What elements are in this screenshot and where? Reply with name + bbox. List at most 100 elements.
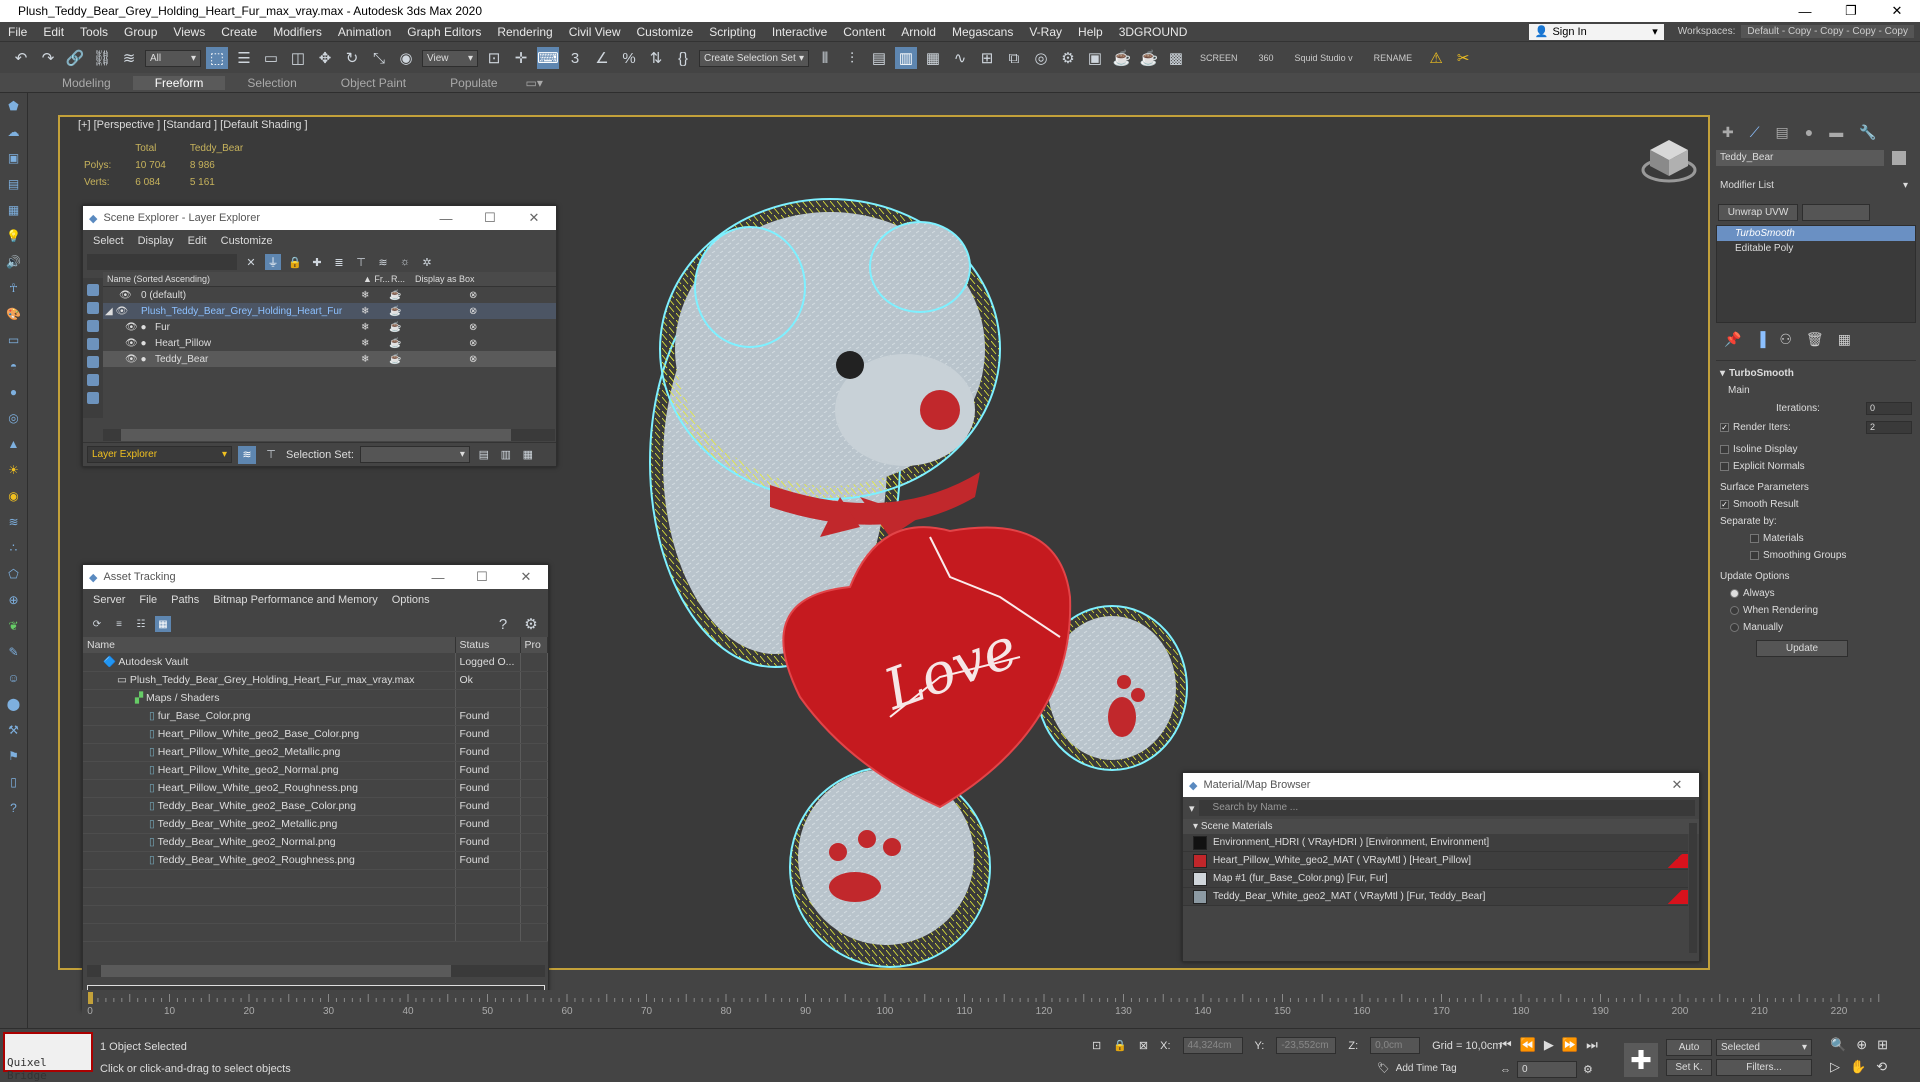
window-crossing-icon[interactable]: ◫: [287, 47, 309, 69]
menu-create[interactable]: Create: [213, 25, 265, 39]
keyboard-shortcut-override-icon[interactable]: ⌨: [537, 47, 559, 69]
material-editor-icon[interactable]: ◎: [1030, 47, 1052, 69]
tab-freeform[interactable]: Freeform: [132, 75, 226, 90]
360-button[interactable]: 360: [1251, 53, 1282, 63]
ribbon-options-icon[interactable]: ▭▾: [520, 76, 549, 90]
maximize-icon[interactable]: ☐: [460, 569, 504, 585]
options-chevron-icon[interactable]: ▾: [1183, 802, 1195, 815]
iterations-spinner[interactable]: 0: [1866, 402, 1912, 415]
tab-selection[interactable]: Selection: [225, 76, 318, 90]
layer-row[interactable]: 👁 0 (default) ❄ ☕ ⊗: [103, 287, 556, 303]
at-horizontal-scrollbar[interactable]: [87, 965, 545, 977]
mmb-scrollbar[interactable]: [1689, 823, 1697, 953]
refresh-icon[interactable]: ⟳: [89, 616, 105, 632]
biped-icon[interactable]: ☥: [5, 279, 23, 297]
lock-selection-icon[interactable]: 🔒: [1113, 1039, 1127, 1052]
menu-modifiers[interactable]: Modifiers: [265, 25, 330, 39]
close-icon[interactable]: ✕: [504, 569, 548, 585]
object-row[interactable]: 👁 ● Fur ❄ ☕ ⊗: [103, 319, 556, 335]
col-display-box[interactable]: Display as Box: [415, 274, 475, 284]
smoothing-groups-checkbox[interactable]: [1750, 551, 1759, 560]
leaf-icon[interactable]: ❦: [5, 617, 23, 635]
material-row[interactable]: Environment_HDRI ( VRayHDRI ) [Environme…: [1183, 834, 1688, 852]
at-menu-paths[interactable]: Paths: [171, 594, 199, 606]
bind-spacewarp-icon[interactable]: ≋: [118, 47, 140, 69]
stack-item-turbosmooth[interactable]: TurboSmooth: [1717, 226, 1915, 241]
render-iters-spinner[interactable]: 2: [1866, 421, 1912, 434]
table-row[interactable]: ▯ Heart_Pillow_White_geo2_Base_Color.png…: [83, 725, 548, 744]
doc-icon[interactable]: ▯: [5, 773, 23, 791]
absolute-mode-icon[interactable]: ⊠: [1139, 1039, 1148, 1052]
display-geometry-icon[interactable]: [87, 302, 99, 314]
at-menu-options[interactable]: Options: [392, 594, 430, 606]
named-selection-dropdown[interactable]: Create Selection Set ▾: [699, 49, 809, 67]
empty-modifier-button[interactable]: [1802, 204, 1870, 221]
settings-icon[interactable]: ⚙: [520, 613, 542, 635]
asset-tracking-titlebar[interactable]: ◆ Asset Tracking — ☐ ✕: [83, 565, 548, 589]
palette-icon[interactable]: 🎨: [5, 305, 23, 323]
scale-icon[interactable]: ⤡: [368, 47, 390, 69]
display-all-icon[interactable]: [87, 284, 99, 296]
render-production-icon[interactable]: ☕: [1111, 47, 1133, 69]
help-icon[interactable]: ?: [492, 613, 514, 635]
quixel-bridge-logo[interactable]: Quixel Bridge: [3, 1032, 93, 1082]
close-icon[interactable]: ✕: [1655, 777, 1699, 793]
load-selset-icon[interactable]: ▥: [498, 447, 514, 463]
isoline-checkbox[interactable]: [1720, 445, 1729, 454]
time-config-icon[interactable]: ⚙: [1583, 1063, 1593, 1076]
screen-button[interactable]: SCREEN: [1192, 53, 1246, 63]
redo-icon[interactable]: ↷: [37, 47, 59, 69]
configure-sets-icon[interactable]: ▦: [1838, 331, 1851, 348]
shape-icon[interactable]: ⬠: [5, 565, 23, 583]
selection-set-dropdown[interactable]: ▾: [359, 446, 470, 463]
table-row[interactable]: ▯ Teddy_Bear_White_geo2_Normal.png Found: [83, 833, 548, 852]
menu-group[interactable]: Group: [116, 25, 165, 39]
warning-icon[interactable]: ⚠: [1425, 47, 1447, 69]
filter-icon[interactable]: ⏚: [265, 254, 281, 270]
object-name-field[interactable]: Teddy_Bear: [1716, 150, 1884, 166]
hair-icon[interactable]: ≋: [5, 513, 23, 531]
turbosmooth-rollout-header[interactable]: ▾ TurboSmooth: [1716, 365, 1916, 382]
menu-arnold[interactable]: Arnold: [893, 25, 944, 39]
schematic-view-icon[interactable]: ⧉: [1003, 47, 1025, 69]
key-filter-dropdown[interactable]: Selected ▾: [1716, 1039, 1812, 1056]
curve-editor-icon[interactable]: ∿: [949, 47, 971, 69]
orb-icon[interactable]: ◉: [5, 487, 23, 505]
key-mode-icon[interactable]: ⇔: [1500, 1064, 1511, 1076]
menu-interactive[interactable]: Interactive: [764, 25, 835, 39]
cone-icon[interactable]: ▲: [5, 435, 23, 453]
smooth-result-checkbox[interactable]: ✓: [1720, 500, 1729, 509]
add-time-tag[interactable]: 🏷 Add Time Tag: [1377, 1063, 1457, 1074]
se-menu-display[interactable]: Display: [138, 235, 174, 247]
table-row[interactable]: ▯ Heart_Pillow_White_geo2_Metallic.png Fo…: [83, 743, 548, 762]
explorer-type-dropdown[interactable]: Layer Explorer ▾: [87, 446, 232, 463]
material-row[interactable]: Heart_Pillow_White_geo2_MAT ( VRayMtl ) …: [1183, 852, 1688, 870]
pan-icon[interactable]: ✋: [1850, 1059, 1866, 1075]
display-lights-icon[interactable]: [87, 338, 99, 350]
se-menu-edit[interactable]: Edit: [188, 235, 207, 247]
layer-view-icon[interactable]: ≋: [238, 445, 256, 464]
material-row[interactable]: Map #1 (fur_Base_Color.png) [Fur, Fur]: [1183, 870, 1688, 888]
col-asset-status[interactable]: Status: [455, 637, 521, 653]
menu-content[interactable]: Content: [835, 25, 893, 39]
sign-in-dropdown[interactable]: 👤 Sign In ▾: [1528, 23, 1664, 40]
menu-civil-view[interactable]: Civil View: [561, 25, 629, 39]
compute-icon[interactable]: ▣: [5, 149, 23, 167]
rect-selection-icon[interactable]: ▭: [260, 47, 282, 69]
menu-customize[interactable]: Customize: [629, 25, 702, 39]
goto-start-icon[interactable]: ⏮: [1500, 1037, 1512, 1053]
help-icon[interactable]: ?: [5, 799, 23, 817]
batch-render-icon[interactable]: ▩: [1165, 47, 1187, 69]
zoom-all-icon[interactable]: ⊕: [1856, 1037, 1867, 1053]
squid-studio-button[interactable]: Squid Studio v: [1287, 53, 1361, 63]
object-row-selected[interactable]: 👁 ● Teddy_Bear ❄ ☕ ⊗: [103, 351, 556, 367]
lock-icon[interactable]: 🔒: [287, 254, 303, 270]
menu-tools[interactable]: Tools: [72, 25, 116, 39]
col-render[interactable]: R...: [391, 274, 415, 284]
minimize-icon[interactable]: —: [416, 570, 460, 585]
utilities-tab-icon[interactable]: 🔧: [1859, 124, 1876, 141]
display-cameras-icon[interactable]: [87, 356, 99, 368]
tab-populate[interactable]: Populate: [428, 76, 519, 90]
ball-icon[interactable]: ⬤: [5, 695, 23, 713]
menu-scripting[interactable]: Scripting: [701, 25, 764, 39]
